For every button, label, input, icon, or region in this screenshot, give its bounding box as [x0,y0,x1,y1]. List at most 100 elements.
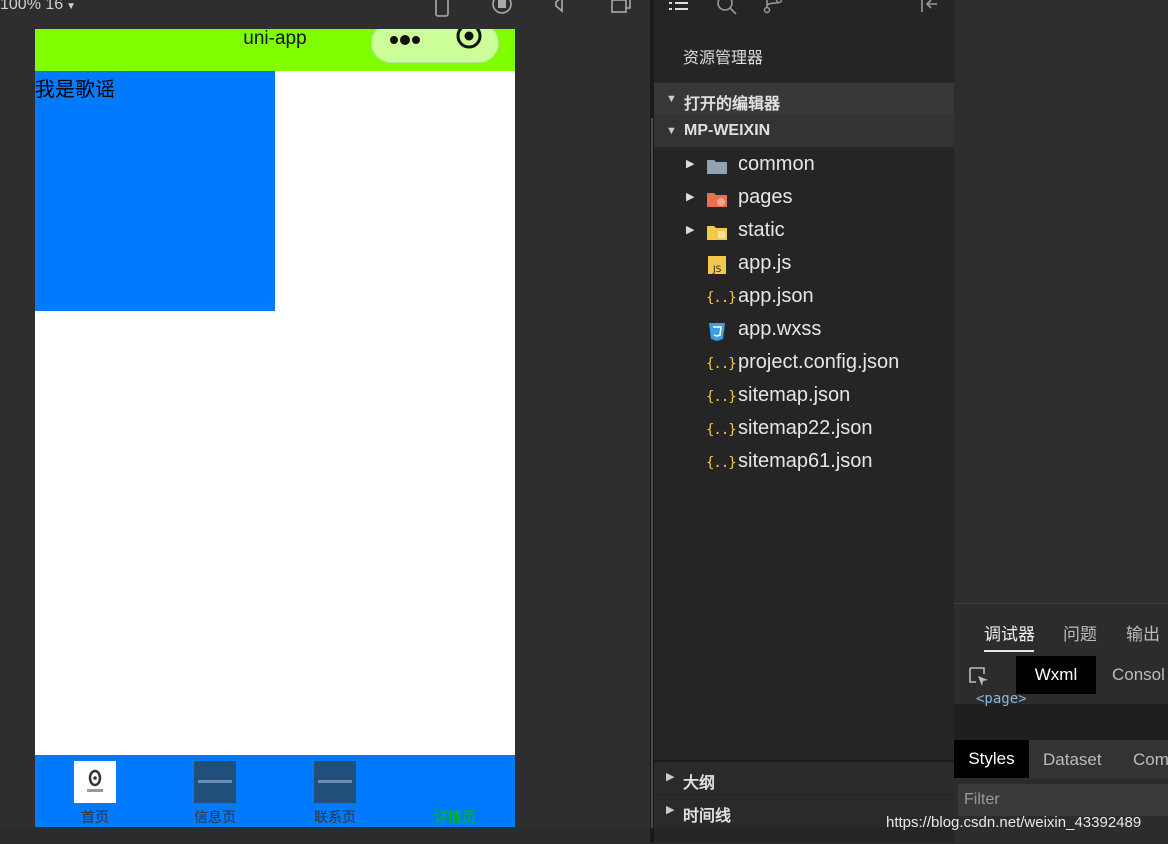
caret-down-icon: ▼ [666,125,677,137]
collapse-panel-icon[interactable] [919,0,941,16]
watermark-text: https://blog.csdn.net/weixin_43392489 [886,814,1142,831]
stop-icon[interactable] [490,0,514,18]
chevron-right-icon: ▶ [686,224,695,236]
filter-input[interactable] [964,788,1164,812]
json-file-icon: {..} [706,389,737,405]
tree-item-common[interactable]: ▶ common [654,149,954,182]
scrollbar[interactable] [651,118,653,828]
tab-dataset[interactable]: Dataset [1043,750,1102,770]
editor-area [954,0,1168,603]
tree-item-sitemap61[interactable]: {..} sitemap61.json [654,446,954,479]
tab-detail[interactable]: 详情页 [395,755,515,827]
svg-text:JS: JS [712,265,722,275]
tree-item-app-json[interactable]: {..} app.json [654,281,954,314]
zoom-select[interactable]: 100% 16 ▼ [0,0,76,14]
pages-folder-icon [707,193,727,207]
tab-label: 信息页 [194,809,236,825]
tab-output[interactable]: 输出 [1126,620,1160,645]
window-icon[interactable] [610,0,634,18]
chevron-right-icon: ▶ [686,191,695,203]
tree-item-project-config[interactable]: {..} project.config.json [654,347,954,380]
styles-tabbar: Styles Dataset Com [954,740,1168,778]
section-label: 时间线 [683,808,732,825]
css-file-icon [709,323,725,341]
tab-info[interactable]: 信息页 [155,755,275,827]
tree-item-static[interactable]: ▶ static [654,215,954,248]
tab-debugger[interactable]: 调试器 [984,620,1035,645]
uniapp-logo-icon [314,761,356,803]
tab-styles[interactable]: Styles [954,740,1029,778]
json-file-icon: {..} [706,422,737,438]
js-file-icon: JS [708,256,726,275]
file-name: pages [738,186,793,208]
tree-item-app-wxss[interactable]: app.wxss [654,314,954,347]
volume-icon[interactable] [550,0,574,18]
tab-label-active: 详情页 [434,809,476,825]
explorer-title: 资源管理器 [683,50,764,67]
wxml-page-node[interactable]: <page> [976,691,1027,707]
blue-box [35,71,275,311]
caret-down-icon: ▼ [66,1,77,12]
section-label: 大纲 [683,775,716,792]
chevron-right-icon: ▶ [686,158,695,170]
tab-console[interactable]: Consol [1112,665,1165,685]
tab-wxml[interactable]: Wxml [1016,656,1096,694]
simulator-bottom-bar [0,828,652,843]
section-label: 打开的编辑器 [684,96,781,113]
tab-label: 联系页 [314,809,356,825]
file-name: sitemap22.json [738,417,873,439]
tab-contact[interactable]: 联系页 [275,755,395,827]
tree-item-sitemap[interactable]: {..} sitemap.json [654,380,954,413]
navigation-bar: uni-app [35,29,515,71]
file-name: sitemap61.json [738,450,873,472]
tab-component[interactable]: Com [1133,750,1168,770]
menu-capsule[interactable] [371,29,499,63]
debugger-panel: 调试器 问题 输出 Wxml Consol <page> Styles Data… [954,603,1168,844]
file-name: project.config.json [738,351,900,373]
tab-problems[interactable]: 问题 [1063,620,1097,645]
phone-icon[interactable] [430,0,454,18]
home-tab-icon [74,761,116,803]
tab-bar: 首页 信息页 联系页 详情页 [35,755,515,827]
static-folder-icon [707,226,727,240]
close-circle-icon[interactable] [454,29,484,54]
section-label: MP-WEIXIN [684,122,771,139]
tab-label: 首页 [81,809,109,825]
filter-field [958,784,1168,816]
json-file-icon: {..} [706,356,737,372]
box-text: 我是歌谣 [35,79,115,101]
file-name: app.js [738,252,792,274]
caret-down-icon: ▼ [666,93,677,105]
explorer-panel: 资源管理器 ▼ 打开的编辑器 ▼ MP-WEIXIN ▶ common ▶ pa… [654,0,954,843]
list-icon[interactable] [668,0,690,18]
uniapp-logo-icon [194,761,236,803]
section-outline[interactable]: ▶ 大纲 [654,762,954,794]
json-file-icon: {..} [706,290,737,306]
chevron-right-icon: ▶ [666,771,675,783]
tab-home[interactable]: 首页 [35,755,155,827]
zoom-label: 100% 16 [0,0,64,13]
file-name: app.json [738,285,814,307]
section-project[interactable]: ▼ MP-WEIXIN [654,115,954,147]
simulator-toolbar: 100% 16 ▼ [0,0,652,30]
phone-screen: uni-app 我是歌谣 首页 信息页 联系页 详情页 [35,29,515,827]
more-dots-icon[interactable] [386,30,426,50]
tree-item-pages[interactable]: ▶ pages [654,182,954,215]
source-control-icon[interactable] [762,0,784,16]
simulator-panel: 100% 16 ▼ uni-app 我是歌谣 首页 信息页 联系页 详情页 [0,0,652,843]
folder-icon [707,160,727,174]
active-tab-indicator [984,650,1034,652]
tree-item-sitemap22[interactable]: {..} sitemap22.json [654,413,954,446]
inspect-element-icon[interactable] [968,666,990,688]
wxml-tree [954,704,1168,740]
file-name: common [738,153,815,175]
file-name: static [738,219,785,241]
tree-item-app-js[interactable]: JS app.js [654,248,954,281]
search-icon[interactable] [716,0,738,16]
file-name: app.wxss [738,318,822,340]
file-name: sitemap.json [738,384,851,406]
chevron-right-icon: ▶ [666,804,675,816]
section-open-editors[interactable]: ▼ 打开的编辑器 [654,83,954,115]
explorer-toolbar [654,0,954,30]
json-file-icon: {..} [706,455,737,471]
